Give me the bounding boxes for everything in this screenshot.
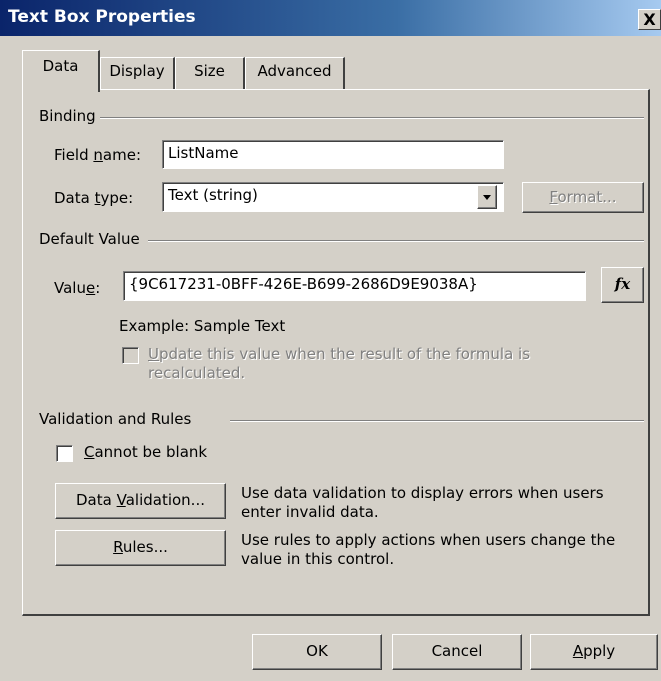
chevron-down-icon <box>483 195 491 200</box>
rules-description: Use rules to apply actions when users ch… <box>241 531 616 568</box>
field-name-label: Field name: <box>54 146 141 164</box>
validation-divider <box>230 420 644 422</box>
tab-advanced[interactable]: Advanced <box>245 57 345 90</box>
update-value-checkbox[interactable] <box>122 347 139 364</box>
ok-button[interactable]: OK <box>252 634 382 670</box>
formula-button[interactable]: fx <box>601 267 644 303</box>
default-value-group-label: Default Value <box>39 230 144 248</box>
data-type-dropdown-button[interactable] <box>477 185 497 209</box>
rules-button[interactable]: Rules... <box>55 530 226 566</box>
close-button[interactable]: X <box>638 9 661 30</box>
tab-display[interactable]: Display <box>100 57 175 90</box>
cannot-be-blank-checkbox[interactable] <box>56 445 73 462</box>
function-icon: fx <box>614 275 631 293</box>
format-button[interactable]: Format... <box>522 182 644 213</box>
validation-group-label: Validation and Rules <box>39 410 196 428</box>
data-type-select[interactable]: Text (string) <box>162 182 504 212</box>
binding-divider <box>96 117 644 119</box>
cannot-be-blank-label: Cannot be blank <box>84 443 208 461</box>
title-bar: Text Box Properties X <box>0 0 661 36</box>
tab-size[interactable]: Size <box>175 57 245 90</box>
apply-button[interactable]: Apply <box>530 634 658 670</box>
window-title: Text Box Properties <box>8 7 196 27</box>
data-type-label: Data type: <box>54 189 134 207</box>
value-label: Value: <box>54 279 101 297</box>
default-value-divider <box>148 240 644 242</box>
example-text: Example: Sample Text <box>119 317 286 335</box>
update-value-label: Update this value when the result of the… <box>148 345 531 382</box>
tab-data[interactable]: Data <box>22 50 100 92</box>
data-validation-description: Use data validation to display errors wh… <box>241 484 604 521</box>
cancel-button[interactable]: Cancel <box>392 634 522 670</box>
data-validation-button[interactable]: Data Validation... <box>55 483 226 519</box>
default-value-input[interactable]: {9C617231-0BFF-426E-B699-2686D9E9038A} <box>123 271 586 301</box>
binding-group-label: Binding <box>39 107 100 125</box>
field-name-input[interactable]: ListName <box>162 140 504 169</box>
data-type-value: Text (string) <box>168 186 258 204</box>
